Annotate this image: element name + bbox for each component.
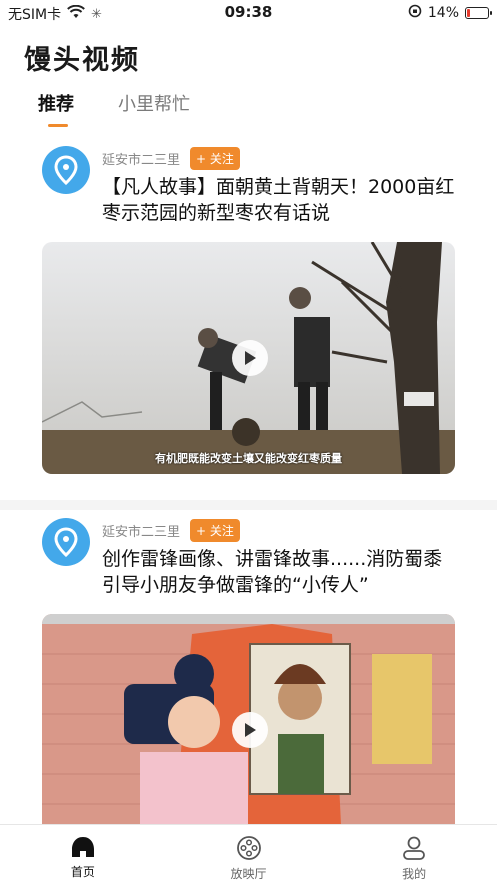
nav-cinema[interactable]: 放映厅 <box>166 825 332 883</box>
video-card[interactable]: 延安市二三里 + 关注 创作雷锋画像、讲雷锋故事......消防蜀黍引导小朋友争… <box>0 510 497 824</box>
play-button[interactable] <box>232 340 268 376</box>
nav-profile[interactable]: 我的 <box>331 825 497 883</box>
card-header: 延安市二三里 + 关注 【凡人故事】面朝黄土背朝天！2000亩红枣示范园的新型枣… <box>42 146 455 226</box>
bottom-nav: 首页 放映厅 我的 <box>0 824 497 883</box>
video-thumbnail[interactable]: 有机肥既能改变土壤又能改变红枣质量 <box>42 242 455 474</box>
location-pin-icon <box>54 527 78 557</box>
tab-label: 推荐 <box>38 94 74 115</box>
card-meta: 延安市二三里 + 关注 <box>102 518 455 542</box>
video-feed[interactable]: 延安市二三里 + 关注 【凡人故事】面朝黄土背朝天！2000亩红枣示范园的新型枣… <box>0 138 497 824</box>
avatar[interactable] <box>42 518 90 566</box>
author-name[interactable]: 延安市二三里 <box>102 149 180 168</box>
video-title[interactable]: 【凡人故事】面朝黄土背朝天！2000亩红枣示范园的新型枣农有话说 <box>102 174 455 226</box>
status-bar: 无SIM卡 ✳ 09:38 14% <box>0 0 497 26</box>
card-header: 延安市二三里 + 关注 创作雷锋画像、讲雷锋故事......消防蜀黍引导小朋友争… <box>42 518 455 598</box>
play-icon <box>245 723 256 737</box>
home-icon <box>71 837 94 857</box>
battery-icon <box>465 7 492 19</box>
card-body: 延安市二三里 + 关注 【凡人故事】面朝黄土背朝天！2000亩红枣示范园的新型枣… <box>102 146 455 226</box>
tab-label: 小里帮忙 <box>118 94 190 115</box>
follow-button[interactable]: + 关注 <box>190 146 240 170</box>
profile-icon <box>403 836 426 860</box>
film-reel-icon <box>236 836 261 860</box>
tab-recommend[interactable]: 推荐 <box>38 90 74 130</box>
top-tabs: 推荐 小里帮忙 <box>38 90 190 130</box>
play-icon <box>245 351 256 365</box>
nav-label: 首页 <box>70 865 95 879</box>
nav-label: 我的 <box>402 867 427 881</box>
battery-percent: 14% <box>427 5 459 21</box>
card-meta: 延安市二三里 + 关注 <box>102 146 455 170</box>
author-name[interactable]: 延安市二三里 <box>102 521 180 540</box>
card-body: 延安市二三里 + 关注 创作雷锋画像、讲雷锋故事......消防蜀黍引导小朋友争… <box>102 518 455 598</box>
app-title: 馒头视频 <box>24 45 140 76</box>
location-pin-icon <box>54 155 78 185</box>
battery-level-fill <box>467 9 470 17</box>
orientation-lock-icon <box>408 4 422 22</box>
video-card[interactable]: 延安市二三里 + 关注 【凡人故事】面朝黄土背朝天！2000亩红枣示范园的新型枣… <box>0 138 497 500</box>
follow-button[interactable]: + 关注 <box>190 518 240 542</box>
status-right: 14% <box>408 4 492 22</box>
video-caption: 有机肥既能改变土壤又能改变红枣质量 <box>155 452 342 465</box>
card-spacer <box>42 474 455 500</box>
play-button[interactable] <box>232 712 268 748</box>
avatar[interactable] <box>42 146 90 194</box>
nav-label: 放映厅 <box>230 867 267 881</box>
active-tab-indicator <box>48 124 68 127</box>
video-thumbnail[interactable] <box>42 614 455 824</box>
nav-home[interactable]: 首页 <box>0 825 166 883</box>
video-title[interactable]: 创作雷锋画像、讲雷锋故事......消防蜀黍引导小朋友争做雷锋的“小传人” <box>102 546 455 598</box>
tab-xiaoli-help[interactable]: 小里帮忙 <box>118 90 190 130</box>
